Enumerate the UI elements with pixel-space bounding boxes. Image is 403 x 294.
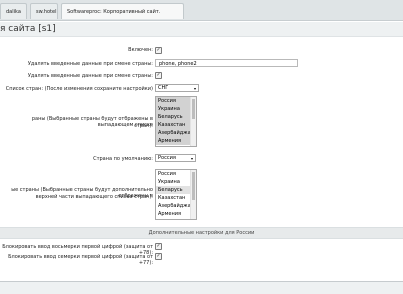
scrollbar[interactable] [190,170,196,219]
page-title: я сайта [s1] [0,24,56,34]
remove-on-change-input[interactable]: phone, phone2 [155,59,298,67]
block-8-checkbox[interactable]: ✓ [155,243,162,250]
tab-sw-hotel[interactable]: sw.hotel [30,3,58,19]
selected-countries-label: раны (Выбранные страны будут отбражены в… [31,116,153,128]
country-list-select[interactable]: СНГ ▾ [155,84,199,92]
footer-bar [0,282,403,294]
chevron-down-icon: ▾ [193,86,196,91]
block-7-label: Блокировать ввод семерки первой цифрой (… [8,254,153,266]
country-list-label: Список стран: (После изменения сохраните… [5,86,153,92]
tab-label: Softwareproc: Корпоративный сайт. [67,9,161,15]
tab-corporate-site[interactable]: Softwareproc: Корпоративный сайт. [61,3,184,19]
tab-dalika[interactable]: dalika [0,3,27,19]
chevron-down-icon: ▾ [190,156,193,161]
default-country-label: Страна по умолчанию: [93,156,153,162]
country-list-value: СНГ [158,85,169,91]
remove-on-change-label-2: Удалять введенные данные при смене стран… [27,73,153,79]
default-country-value: Россия [158,155,176,161]
extra-countries-label-2: верхней части выпадающего списка стран): [35,194,153,200]
tab-label: dalika [6,9,21,15]
russia-settings-section: Дополнительные настройки для России [0,227,403,239]
remove-on-change-label: Удалять введенные данные при смене стран… [27,61,153,67]
enabled-checkbox[interactable]: ✓ [155,47,162,54]
selected-countries-list[interactable]: Россия Украина Беларусь Казахстан Азерба… [155,96,197,147]
tab-label: sw.hotel [36,9,57,15]
scrollbar-thumb[interactable] [192,172,195,200]
block-7-checkbox[interactable]: ✓ [155,253,162,260]
extra-countries-list[interactable]: Россия Украина Беларусь Казахстан Азерба… [155,169,197,220]
remove-on-change-checkbox[interactable]: ✓ [155,72,162,79]
selected-countries-label-2: стран): [134,123,153,129]
page-heading-bar [0,22,403,37]
scrollbar-thumb[interactable] [192,99,195,119]
enabled-label: Включен: [128,47,153,53]
tab-bar: dalika sw.hotel Softwareproc: Корпоратив… [0,0,403,21]
default-country-select[interactable]: Россия ▾ [155,154,196,162]
scrollbar[interactable] [190,97,196,146]
